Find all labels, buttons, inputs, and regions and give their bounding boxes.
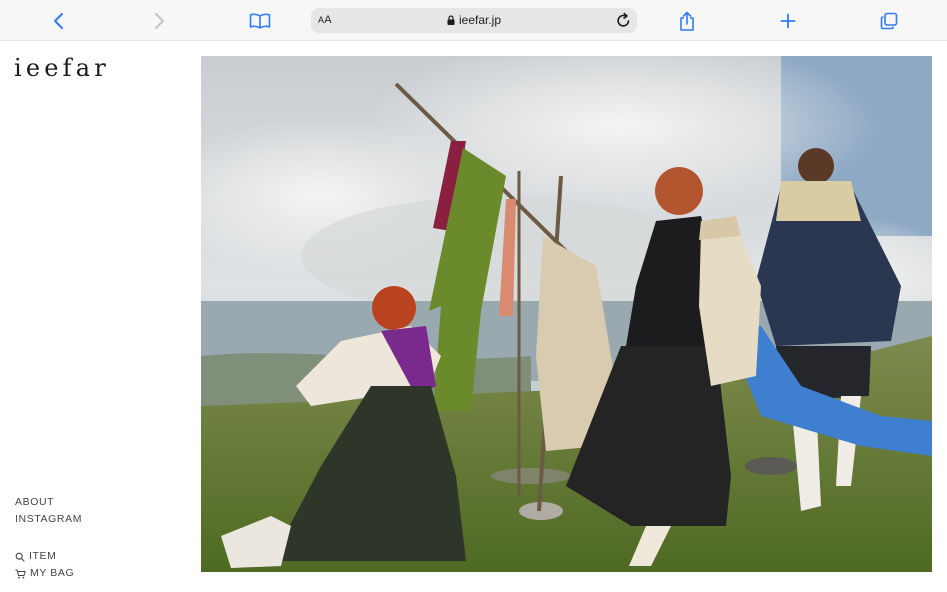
shop-navigation: ITEM MY BAG — [15, 548, 74, 582]
url-text: ieefar.jp — [458, 13, 502, 27]
cart-icon — [15, 569, 26, 578]
browser-toolbar: AA ieefar.jp — [0, 0, 947, 41]
site-logo[interactable]: ieefar — [14, 54, 110, 82]
hero-photo — [201, 56, 932, 572]
lock-icon — [447, 15, 455, 25]
forward-button[interactable] — [146, 8, 172, 34]
item-link[interactable]: ITEM — [15, 548, 74, 565]
instagram-link[interactable]: INSTAGRAM — [15, 511, 82, 528]
item-link-label: ITEM — [29, 550, 57, 562]
plus-icon — [780, 13, 796, 29]
address-bar[interactable]: AA ieefar.jp — [311, 8, 637, 33]
share-icon — [680, 11, 694, 31]
book-icon — [249, 13, 271, 29]
reload-button[interactable] — [616, 12, 631, 33]
chevron-left-icon — [54, 13, 63, 29]
chevron-right-icon — [155, 13, 164, 29]
new-tab-button[interactable] — [775, 8, 801, 34]
hero-photo-illustration — [201, 56, 932, 572]
bag-link-label: MY BAG — [30, 567, 75, 579]
search-icon — [15, 552, 25, 562]
bag-link[interactable]: MY BAG — [15, 565, 74, 582]
tabs-icon — [880, 12, 898, 30]
back-button[interactable] — [46, 8, 72, 34]
about-link[interactable]: ABOUT — [15, 494, 82, 511]
share-button[interactable] — [674, 8, 700, 34]
reload-icon — [617, 12, 630, 27]
url-display[interactable]: ieefar.jp — [311, 13, 637, 27]
tab-overview-button[interactable] — [876, 8, 902, 34]
side-navigation: ABOUT INSTAGRAM — [15, 494, 82, 528]
bookmarks-button[interactable] — [247, 8, 273, 34]
